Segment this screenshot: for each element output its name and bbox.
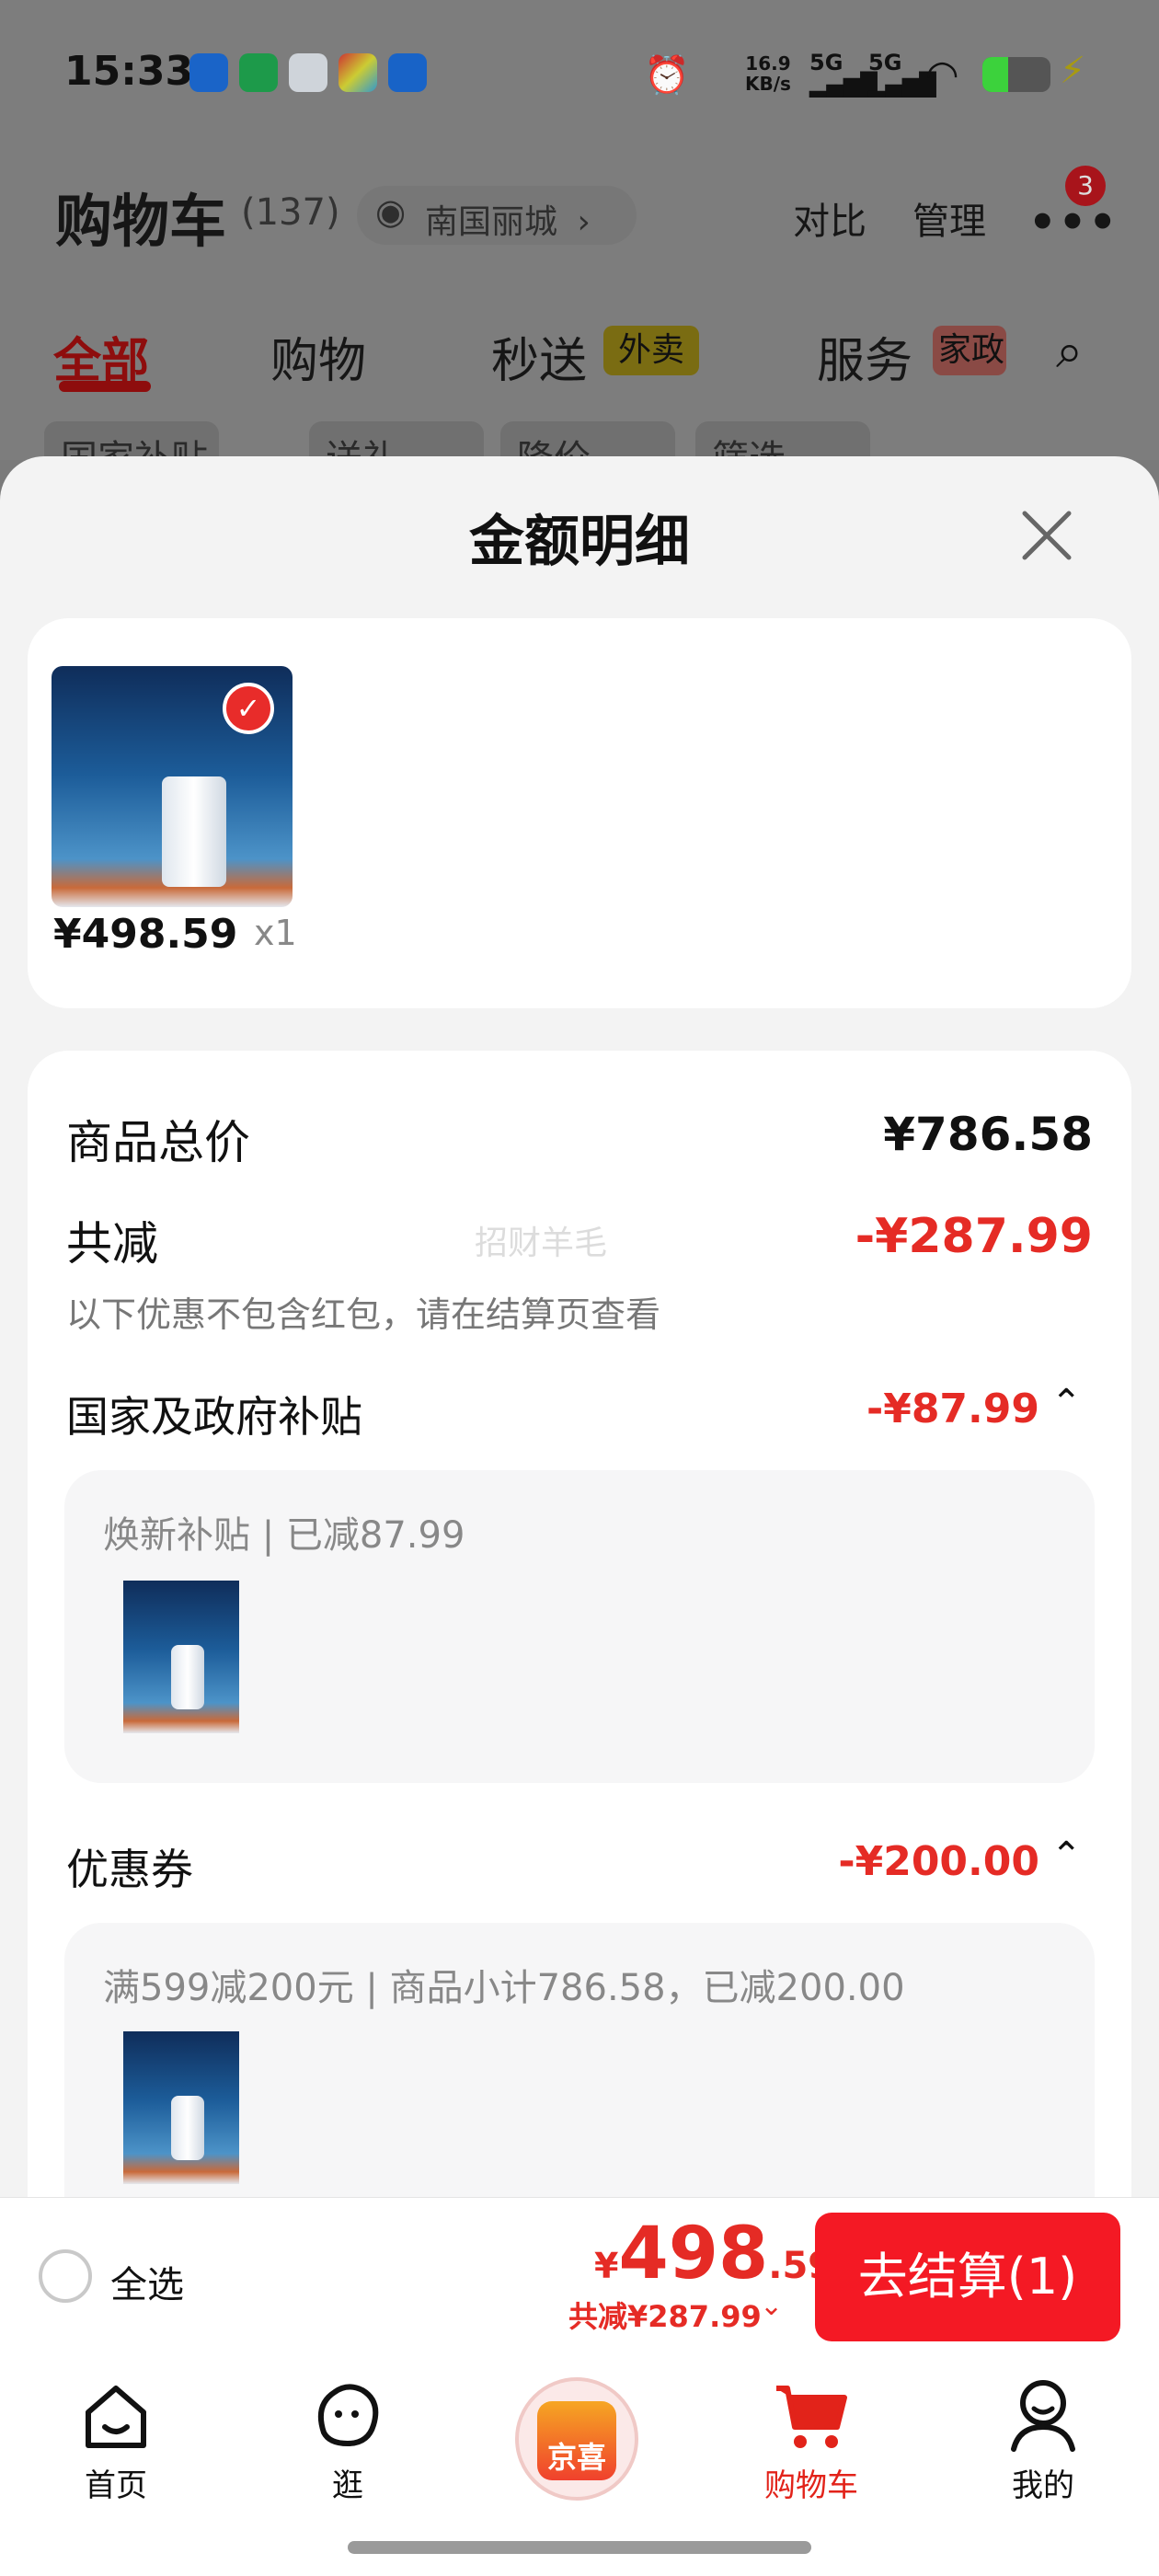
selected-check-icon[interactable]: ✓: [223, 683, 274, 734]
home-icon: [86, 2386, 146, 2448]
search-icon[interactable]: ⌕: [1056, 324, 1083, 380]
cart-count: (137): [241, 191, 340, 234]
tab-shopping[interactable]: 购物: [270, 322, 366, 391]
nav-item-jingxi[interactable]: 京喜: [515, 2377, 638, 2501]
price-summary-card: 商品总价 ¥786.58 共减 招财羊毛 -¥287.99 以下优惠不包含红包，…: [28, 1051, 1131, 2197]
tab-instant[interactable]: 秒送: [491, 322, 587, 391]
coupon-label: 优惠券: [66, 1845, 193, 1894]
subsidy-value: -¥87.99: [866, 1386, 1039, 1432]
subsidy-detail-text: 焕新补贴 | 已减87.99: [103, 1514, 465, 1557]
net-speed: 16.9 KB/s: [745, 53, 791, 94]
wifi-icon: ◠: [925, 52, 959, 97]
discount-label: 共减: [66, 1217, 158, 1271]
product-qty: x1: [254, 913, 297, 953]
watermark-text: 招财羊毛: [475, 1225, 608, 1262]
discount-value: -¥287.99: [855, 1209, 1093, 1264]
nav-item-home[interactable]: 首页: [42, 2357, 189, 2513]
chevron-right-icon: ›: [577, 203, 591, 241]
alipay-icon: [388, 53, 427, 92]
sheet-title: 金额明细: [469, 510, 690, 574]
bottom-nav: 首页 逛 京喜 购物车 我的: [0, 2357, 1159, 2576]
signal-2-label: 5G: [868, 50, 902, 75]
nav-item-cart[interactable]: 购物车: [738, 2357, 885, 2513]
page-title: 购物车: [55, 188, 227, 255]
checkout-bar: 全选 ¥498.59 共减¥287.99 ⌄ 去结算(1): [0, 2197, 1159, 2357]
cart-icon: [776, 2386, 847, 2448]
explore-icon: [318, 2384, 379, 2447]
subsidy-product-thumb: [123, 1581, 239, 1733]
currency-symbol: ¥: [594, 2246, 619, 2286]
alarm-icon: ⏰: [644, 54, 690, 97]
net-speed-value: 16.9: [745, 52, 791, 75]
notification-badge: 3: [1065, 166, 1106, 206]
app-icon-3: [289, 53, 327, 92]
profile-icon: [1011, 2380, 1075, 2452]
nav-item-profile[interactable]: 我的: [970, 2357, 1117, 2513]
saved-amount[interactable]: 共减¥287.99: [568, 2294, 762, 2336]
app-icon-1: [189, 53, 228, 92]
total-value: ¥786.58: [883, 1108, 1093, 1161]
subsidy-detail: 焕新补贴 | 已减87.99: [64, 1470, 1095, 1783]
tab-active-indicator: [59, 381, 151, 392]
amount-detail-sheet: 金额明细 ✓ ¥498.59 x1 商品总价 ¥786.58 共减 招财羊毛 -…: [0, 456, 1159, 2197]
product-card: ✓ ¥498.59 x1: [28, 618, 1131, 1008]
location-selector[interactable]: ◉ 南国丽城 ›: [357, 186, 637, 245]
nav-label-jingxi: 京喜: [546, 2440, 606, 2475]
coupon-product-thumb: [123, 2031, 239, 2184]
charging-icon: ⚡: [1060, 50, 1086, 92]
nav-label-explore: 逛: [332, 2467, 363, 2504]
signal-1-label: 5G: [809, 50, 843, 75]
nav-label-home: 首页: [85, 2467, 147, 2504]
coupon-detail-text: 满599减200元 | 商品小计786.58，已减200.00: [103, 1967, 905, 2009]
eye-icon: ◉: [375, 191, 407, 232]
app-icon-4: [339, 53, 377, 92]
wechat-icon: [239, 53, 278, 92]
coupon-value: -¥200.00: [838, 1838, 1039, 1885]
coupon-detail: 满599减200元 | 商品小计786.58，已减200.00: [64, 1923, 1095, 2197]
location-label: 南国丽城: [425, 203, 558, 241]
tab-service[interactable]: 服务: [817, 322, 912, 391]
housekeeping-tag: 家政: [933, 326, 1006, 375]
compare-button[interactable]: 对比: [793, 191, 866, 245]
battery-icon: [982, 57, 1050, 92]
discount-note: 以下优惠不包含红包，请在结算页查看: [66, 1294, 661, 1335]
more-icon[interactable]: •••: [1028, 197, 1119, 248]
status-bar: 15:33 ⏰ 16.9 KB/s 5G ▂▄▆█ 5G ▂▄▆█ ◠ ⚡: [0, 0, 1159, 147]
coupon-collapse-icon[interactable]: ⌃: [1050, 1834, 1082, 1877]
takeout-tag: 外卖: [603, 326, 699, 375]
signal-1: 5G ▂▄▆█: [809, 50, 878, 98]
subsidy-label: 国家及政府补贴: [66, 1392, 362, 1442]
total-price: ¥498.59: [594, 2213, 833, 2295]
select-all-radio[interactable]: [39, 2249, 92, 2303]
product-price: ¥498.59: [53, 911, 238, 958]
subsidy-collapse-icon[interactable]: ⌃: [1050, 1382, 1082, 1424]
checkout-button[interactable]: 去结算(1): [815, 2213, 1120, 2341]
select-all-label[interactable]: 全选: [110, 2255, 184, 2308]
jingxi-icon: 京喜: [537, 2401, 616, 2480]
net-speed-unit: KB/s: [745, 73, 791, 95]
home-indicator[interactable]: [348, 2541, 811, 2554]
nav-item-explore[interactable]: 逛: [274, 2357, 421, 2513]
price-integer: 498: [618, 2213, 769, 2295]
manage-button[interactable]: 管理: [912, 191, 986, 245]
nav-label-cart: 购物车: [764, 2467, 858, 2504]
nav-label-profile: 我的: [1012, 2467, 1074, 2504]
status-time: 15:33: [64, 48, 194, 95]
chevron-down-icon[interactable]: ⌄: [760, 2290, 783, 2322]
close-icon[interactable]: [1019, 508, 1074, 563]
total-label: 商品总价: [66, 1116, 250, 1169]
